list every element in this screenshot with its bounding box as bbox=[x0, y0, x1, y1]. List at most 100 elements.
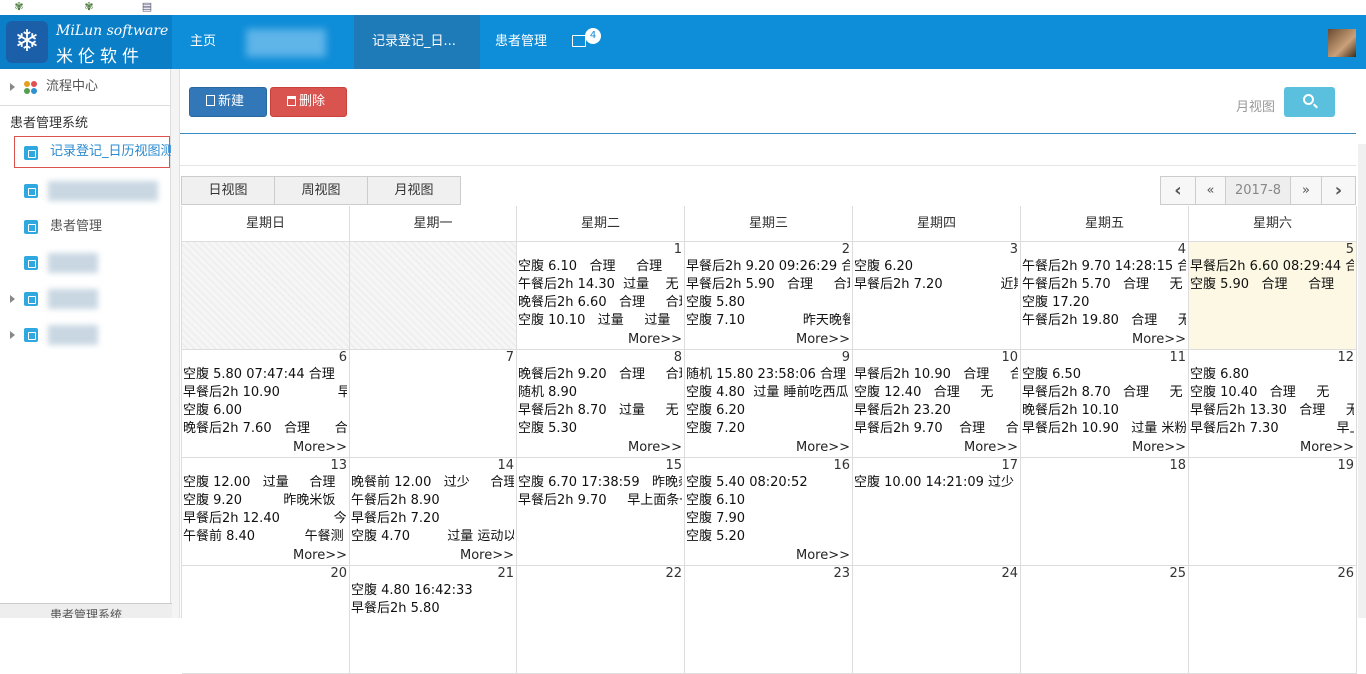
calendar-event[interactable]: 空腹 10.10 过量 过量 bbox=[518, 312, 682, 330]
calendar-event[interactable]: 晚餐后2h 7.60 合理 合 bbox=[183, 420, 347, 438]
calendar-day-cell[interactable]: 15 空腹 6.70 17:38:59 昨晚杂 早餐后2h 9.70 早上面条一 bbox=[517, 458, 685, 566]
calendar-day-cell[interactable]: 19 bbox=[1189, 458, 1357, 566]
prev-month-button[interactable]: ‹ bbox=[1160, 176, 1196, 205]
calendar-event[interactable]: 空腹 5.20 bbox=[686, 528, 850, 546]
calendar-event[interactable]: 午餐后2h 8.90 bbox=[351, 492, 514, 510]
calendar-event[interactable]: 空腹 4.70 过量 运动以 bbox=[351, 528, 514, 546]
calendar-event[interactable]: 空腹 5.80 bbox=[686, 294, 850, 312]
day-number[interactable]: 1 bbox=[674, 242, 682, 258]
calendar-event[interactable]: 空腹 17.20 bbox=[1022, 294, 1186, 312]
calendar-event[interactable]: 随机 15.80 23:58:06 合理 bbox=[686, 366, 850, 384]
more-link[interactable]: More>> bbox=[1132, 439, 1186, 456]
calendar-event[interactable]: 早餐后2h 5.80 bbox=[351, 600, 514, 618]
calendar-day-cell[interactable]: 9 随机 15.80 23:58:06 合理 空腹 4.80 过量 睡前吃西瓜 空腹 … bbox=[685, 350, 853, 458]
tab-day-view[interactable]: 日视图 bbox=[181, 176, 275, 205]
day-number[interactable]: 12 bbox=[1337, 350, 1354, 366]
calendar-event[interactable]: 早餐后2h 6.60 08:29:44 合 bbox=[1190, 258, 1354, 276]
calendar-event[interactable]: 空腹 4.80 过量 睡前吃西瓜 bbox=[686, 384, 850, 402]
day-number[interactable]: 20 bbox=[330, 566, 347, 582]
calendar-event[interactable]: 空腹 6.10 合理 合理 bbox=[518, 258, 682, 276]
day-number[interactable]: 25 bbox=[1169, 566, 1186, 582]
sidebar-scrollbar[interactable] bbox=[171, 69, 180, 618]
calendar-event[interactable]: 午餐前 8.40 午餐测 bbox=[183, 528, 347, 546]
calendar-event[interactable]: 晚餐前 12.00 过少 合理 bbox=[351, 474, 514, 492]
more-link[interactable]: More>> bbox=[293, 439, 347, 456]
calendar-day-cell[interactable]: 24 bbox=[853, 566, 1021, 674]
new-button[interactable]: 新建 bbox=[189, 87, 267, 117]
calendar-day-cell[interactable]: 25 bbox=[1021, 566, 1189, 674]
next-year-button[interactable]: » bbox=[1290, 176, 1322, 205]
next-month-button[interactable]: › bbox=[1321, 176, 1356, 205]
day-number[interactable]: 18 bbox=[1169, 458, 1186, 474]
sidebar-item-blurred[interactable] bbox=[0, 245, 171, 281]
calendar-event[interactable]: 空腹 5.40 08:20:52 bbox=[686, 474, 850, 492]
calendar-event[interactable]: 空腹 7.90 bbox=[686, 510, 850, 528]
calendar-event[interactable]: 早餐后2h 8.70 合理 无 bbox=[1022, 384, 1186, 402]
calendar-day-cell[interactable]: 12 空腹 6.80 空腹 10.40 合理 无早餐后2h 13.30 合理 无早餐… bbox=[1189, 350, 1357, 458]
day-number[interactable]: 4 bbox=[1178, 242, 1186, 258]
calendar-day-cell[interactable]: 5 早餐后2h 6.60 08:29:44 合空腹 5.90 合理 合理 bbox=[1189, 242, 1357, 350]
calendar-event[interactable]: 早餐后2h 8.70 过量 无 bbox=[518, 402, 682, 420]
calendar-event[interactable]: 空腹 6.80 bbox=[1190, 366, 1354, 384]
calendar-day-cell[interactable]: 10 早餐后2h 10.90 合理 合空腹 12.40 合理 无早餐后2h 23.… bbox=[853, 350, 1021, 458]
calendar-event[interactable]: 早餐后2h 7.20 bbox=[351, 510, 514, 528]
day-number[interactable]: 6 bbox=[339, 350, 347, 366]
nav-item-blurred[interactable] bbox=[246, 29, 326, 57]
app-icon[interactable]: ✾ bbox=[82, 1, 96, 13]
tab-month-view[interactable]: 月视图 bbox=[367, 176, 461, 205]
day-number[interactable]: 13 bbox=[330, 458, 347, 474]
calendar-event[interactable]: 空腹 6.10 bbox=[686, 492, 850, 510]
sidebar-item-record-calendar[interactable]: 记录登记_日历视图测 bbox=[14, 136, 174, 168]
day-number[interactable]: 10 bbox=[1001, 350, 1018, 366]
calendar-day-cell[interactable]: 14 晚餐前 12.00 过少 合理 午餐后2h 8.90 早餐后2h 7.20 空腹 … bbox=[350, 458, 517, 566]
calendar-event[interactable]: 空腹 4.80 16:42:33 bbox=[351, 582, 514, 600]
calendar-event[interactable]: 空腹 10.00 14:21:09 过少 西 bbox=[854, 474, 1018, 492]
more-link[interactable]: More>> bbox=[1132, 331, 1186, 348]
logo[interactable]: ❄ MiLun software 米伦软件 bbox=[0, 15, 172, 69]
calendar-event[interactable]: 空腹 12.40 合理 无 bbox=[854, 384, 1018, 402]
sidebar-item-flow-center[interactable]: 流程中心 bbox=[0, 69, 171, 105]
more-link[interactable]: More>> bbox=[964, 439, 1018, 456]
day-number[interactable]: 11 bbox=[1169, 350, 1186, 366]
calendar-event[interactable]: 晚餐后2h 6.60 合理 合理 bbox=[518, 294, 682, 312]
calendar-event[interactable]: 空腹 6.20 bbox=[686, 402, 850, 420]
calendar-day-cell[interactable]: 22 bbox=[517, 566, 685, 674]
calendar-day-cell[interactable]: 1 空腹 6.10 合理 合理 午餐后2h 14.30 过量 无晚餐后2h 6.60… bbox=[517, 242, 685, 350]
calendar-event[interactable]: 空腹 5.30 bbox=[518, 420, 682, 438]
nav-record-calendar[interactable]: 记录登记_日... bbox=[354, 15, 480, 69]
calendar-day-cell[interactable]: 20 bbox=[182, 566, 350, 674]
day-number[interactable]: 19 bbox=[1337, 458, 1354, 474]
day-number[interactable]: 14 bbox=[497, 458, 514, 474]
calendar-day-cell[interactable]: 13 空腹 12.00 过量 合理 空腹 9.20 昨晚米饭 早餐后2h 12.40 … bbox=[182, 458, 350, 566]
sidebar-footer[interactable]: 患者管理系统 bbox=[0, 603, 172, 618]
app-icon[interactable]: ✾ bbox=[12, 1, 26, 13]
tab-week-view[interactable]: 周视图 bbox=[274, 176, 368, 205]
day-number[interactable]: 22 bbox=[665, 566, 682, 582]
calendar-event[interactable]: 早餐后2h 23.20 bbox=[854, 402, 1018, 420]
calendar-day-cell[interactable]: 18 bbox=[1021, 458, 1189, 566]
more-link[interactable]: More>> bbox=[796, 547, 850, 564]
calendar-event[interactable]: 早餐后2h 9.70 早上面条一 bbox=[518, 492, 682, 510]
calendar-event[interactable]: 午餐后2h 14.30 过量 无 bbox=[518, 276, 682, 294]
calendar-event[interactable]: 午餐后2h 19.80 合理 无 bbox=[1022, 312, 1186, 330]
day-number[interactable]: 17 bbox=[1001, 458, 1018, 474]
more-link[interactable]: More>> bbox=[293, 547, 347, 564]
calendar-event[interactable]: 空腹 12.00 过量 合理 bbox=[183, 474, 347, 492]
more-link[interactable]: More>> bbox=[628, 331, 682, 348]
calendar-event[interactable]: 空腹 5.90 合理 合理 bbox=[1190, 276, 1354, 294]
calendar-event[interactable]: 随机 8.90 bbox=[518, 384, 682, 402]
more-link[interactable]: More>> bbox=[460, 547, 514, 564]
search-button[interactable] bbox=[1284, 87, 1335, 117]
calendar-event[interactable]: 晚餐后2h 9.20 合理 合理 bbox=[518, 366, 682, 384]
calendar-day-cell[interactable]: 21 空腹 4.80 16:42:33 早餐后2h 5.80 bbox=[350, 566, 517, 674]
calendar-event[interactable]: 早餐后2h 10.90 过量 米粉 bbox=[1022, 420, 1186, 438]
day-number[interactable]: 15 bbox=[665, 458, 682, 474]
more-link[interactable]: More>> bbox=[628, 439, 682, 456]
nav-home[interactable]: 主页 bbox=[172, 15, 234, 69]
nav-patient-management[interactable]: 患者管理 bbox=[477, 15, 565, 69]
calendar-event[interactable]: 早餐后2h 13.30 合理 无 bbox=[1190, 402, 1354, 420]
calendar-event[interactable]: 空腹 10.40 合理 无 bbox=[1190, 384, 1354, 402]
sidebar-item-blurred[interactable] bbox=[0, 317, 171, 353]
calendar-event[interactable]: 早餐后2h 12.40 今 bbox=[183, 510, 347, 528]
day-number[interactable]: 26 bbox=[1337, 566, 1354, 582]
